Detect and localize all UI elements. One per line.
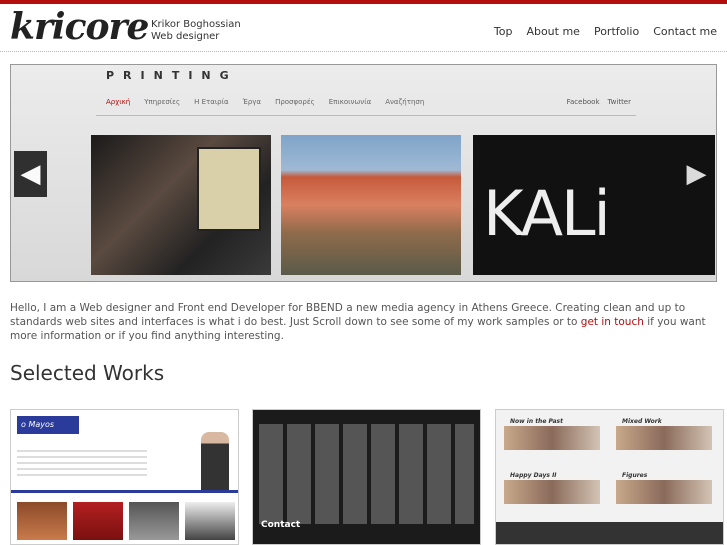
slide-social-links: Facebook Twitter xyxy=(567,98,631,106)
artwork-image xyxy=(616,426,712,450)
poster-image xyxy=(197,147,261,231)
artwork-image xyxy=(616,480,712,504)
thumb-divider xyxy=(11,490,238,493)
slide-menu-item: Αρχική xyxy=(106,98,131,106)
slider-prev-button[interactable]: ◀ xyxy=(14,151,47,197)
nav-top[interactable]: Top xyxy=(494,25,513,38)
slide-menu-item: Υπηρεσίες xyxy=(144,98,181,106)
thumb-label: Happy Days II xyxy=(510,472,557,479)
main-nav: Top About me Portfolio Contact me xyxy=(494,25,717,38)
slide-menu-item: Επικοινωνία xyxy=(328,98,372,106)
intro-paragraph: Hello, I am a Web designer and Front end… xyxy=(10,301,720,343)
slide-menu-item: Έργα xyxy=(242,98,262,106)
slide-menu-item: Η Εταιρία xyxy=(194,98,229,106)
tagline-name: Krikor Boghossian xyxy=(151,19,241,30)
slide-twitter: Twitter xyxy=(607,98,631,106)
thumb-label: Mixed Work xyxy=(622,418,662,425)
photo-grid xyxy=(259,424,474,524)
site-header: kricore Krikor Boghossian Web designer T… xyxy=(0,4,727,52)
slide-photo-buildings xyxy=(281,135,461,275)
thumb-text-block xyxy=(17,450,147,478)
food-image xyxy=(129,502,179,540)
portfolio-slider: PRINTING Αρχική Υπηρεσίες Η Εταιρία Έργα… xyxy=(10,64,717,282)
work-thumbnail-gallery[interactable]: Contact xyxy=(252,409,481,545)
food-image xyxy=(185,502,235,540)
slide-photo-kali: KALi xyxy=(473,135,715,275)
slide-facebook: Facebook xyxy=(566,98,600,106)
thumb-label: Now in the Past xyxy=(510,418,563,425)
site-logo[interactable]: kricore xyxy=(10,7,149,47)
slide-screenshot: PRINTING Αρχική Υπηρεσίες Η Εταιρία Έργα… xyxy=(11,65,716,281)
slide-menu: Αρχική Υπηρεσίες Η Εταιρία Έργα Προσφορέ… xyxy=(106,98,424,106)
artwork-image xyxy=(504,480,600,504)
food-image xyxy=(73,502,123,540)
kali-text: KALi xyxy=(483,177,611,250)
artwork-image xyxy=(504,426,600,450)
thumb-label: Figures xyxy=(622,472,648,479)
tagline-role: Web designer xyxy=(151,31,220,42)
divider xyxy=(96,115,636,116)
thumb-contact-label: Contact xyxy=(261,520,301,530)
site-tagline: Krikor Boghossian Web designer xyxy=(151,19,241,43)
nav-contact[interactable]: Contact me xyxy=(653,25,717,38)
section-heading: Selected Works xyxy=(10,361,165,385)
slide-site-title: PRINTING xyxy=(106,69,238,82)
get-in-touch-link[interactable]: get in touch xyxy=(581,316,644,328)
thumb-footer xyxy=(496,522,723,544)
slide-menu-item: Αναζήτηση xyxy=(385,98,425,106)
work-thumbnail-restaurant[interactable]: o Mayos xyxy=(10,409,239,545)
work-thumbnail-artist[interactable]: Now in the Past Mixed Work Happy Days II… xyxy=(495,409,724,545)
thumb-brand: o Mayos xyxy=(17,416,79,434)
nav-portfolio[interactable]: Portfolio xyxy=(594,25,639,38)
chef-image xyxy=(201,432,229,490)
slider-next-button[interactable]: ▶ xyxy=(680,151,713,197)
nav-about[interactable]: About me xyxy=(526,25,580,38)
slide-photo-students xyxy=(91,135,271,275)
food-image xyxy=(17,502,67,540)
slide-menu-item: Προσφορές xyxy=(275,98,315,106)
